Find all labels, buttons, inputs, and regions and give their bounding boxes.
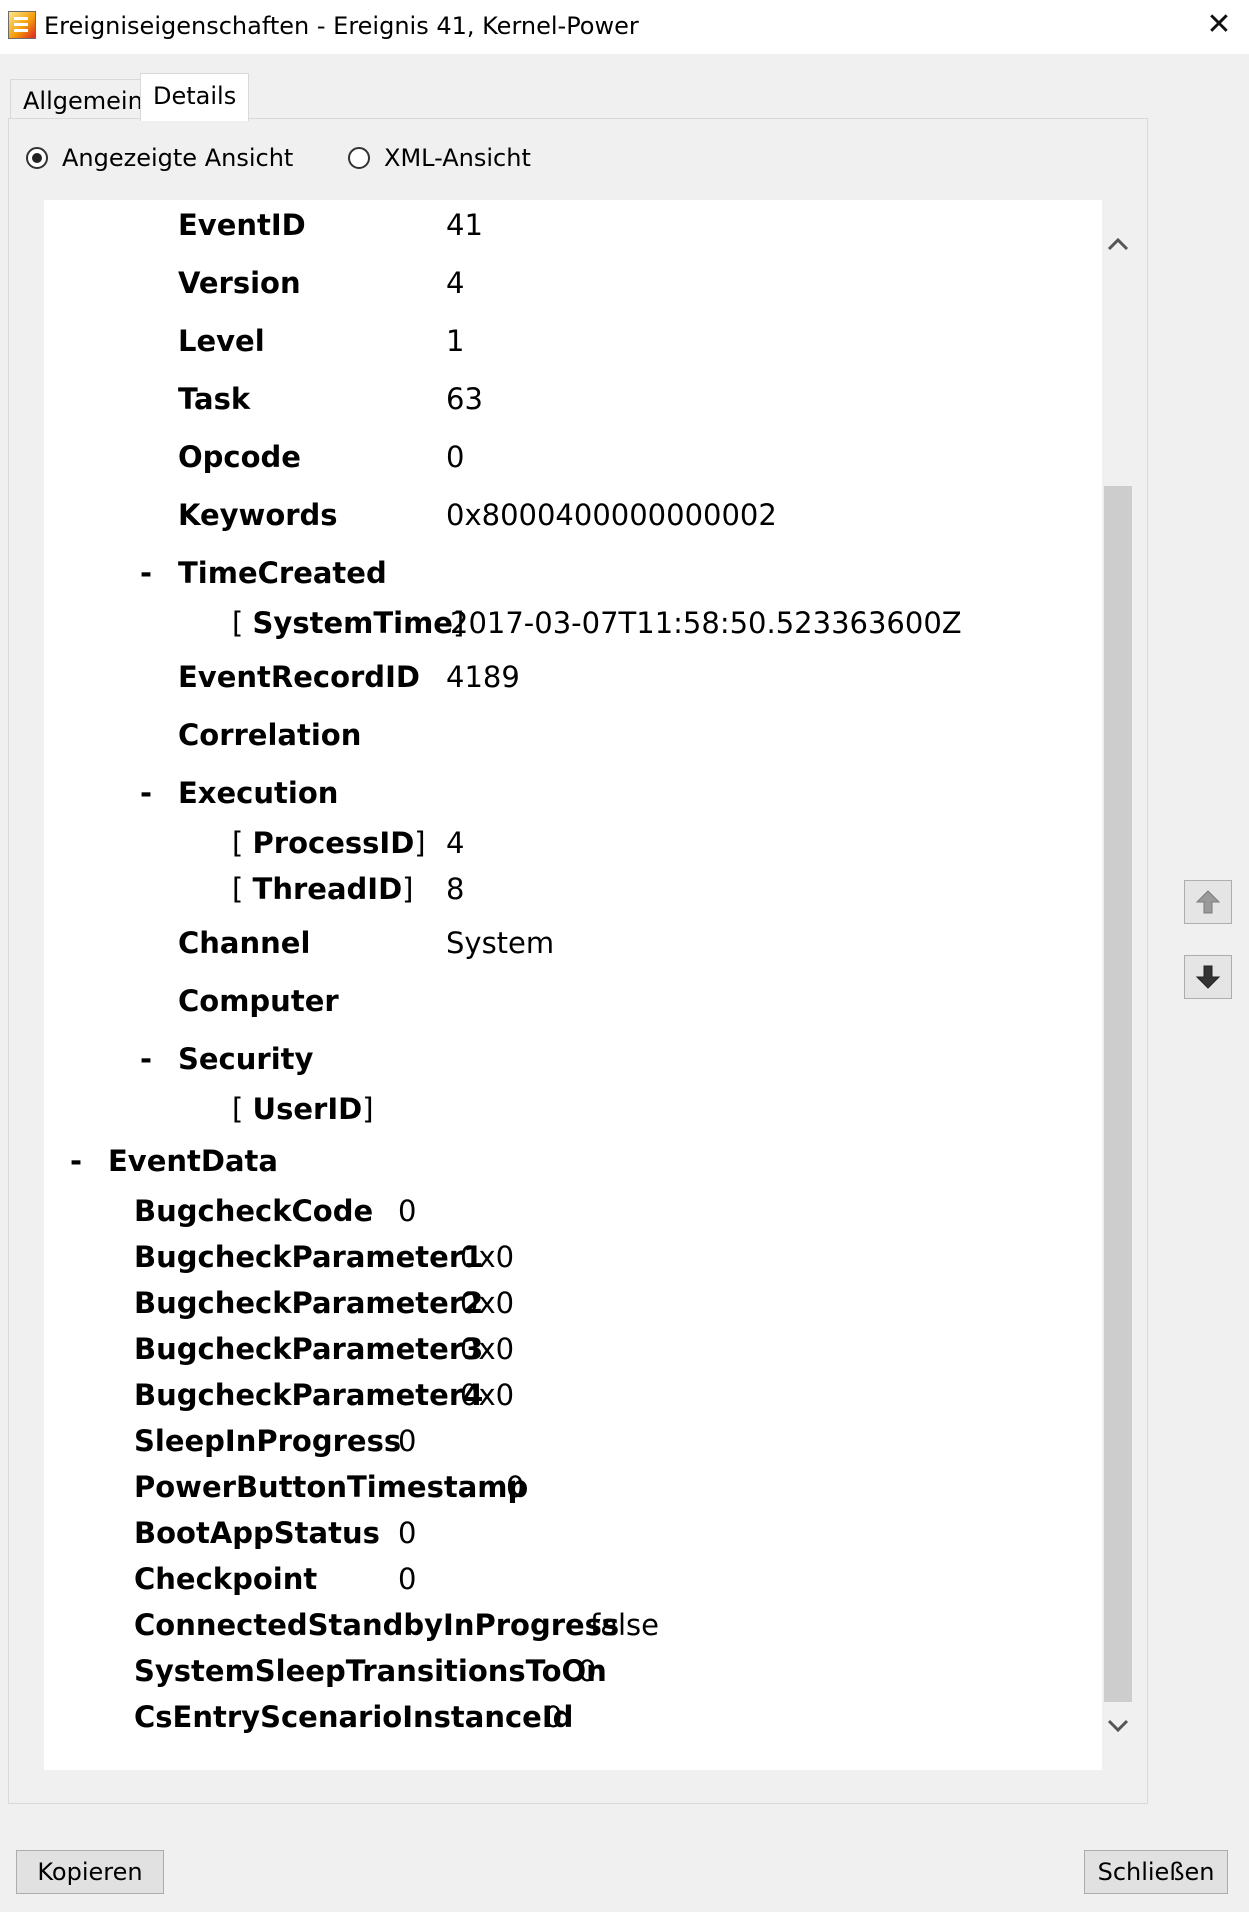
collapse-toggle[interactable]: - [140, 776, 152, 810]
field-value: 0x0 [460, 1240, 515, 1274]
field-value: System [446, 926, 555, 960]
field-key: EventRecordID [178, 660, 420, 694]
field-value: 0x0 [460, 1286, 515, 1320]
field-key: Channel [178, 926, 311, 960]
field-value: 0x0 [460, 1332, 515, 1366]
field-key: Opcode [178, 440, 301, 474]
field-key: SystemSleepTransitionsToOn [134, 1654, 607, 1688]
close-window-button[interactable]: ✕ [1189, 0, 1249, 48]
field-key: ConnectedStandbyInProgress [134, 1608, 620, 1642]
scroll-up-button[interactable] [1102, 224, 1134, 264]
field-value: 0x8000400000000002 [446, 498, 777, 532]
event-viewer-icon [8, 11, 36, 39]
next-event-button[interactable] [1184, 955, 1232, 999]
field-value: 41 [446, 208, 483, 242]
radio-displayed-view[interactable]: Angezeigte Ansicht [26, 142, 293, 174]
attribute-value: 8 [446, 872, 465, 906]
field-value: 1 [446, 324, 465, 358]
attribute-value: 4 [446, 826, 465, 860]
field-key: Computer [178, 984, 339, 1018]
radio-displayed-view-label: Angezeigte Ansicht [62, 144, 294, 172]
collapse-toggle[interactable]: - [140, 1042, 152, 1076]
tab-details[interactable]: Details [140, 73, 250, 121]
attribute-key: [ ThreadID] [232, 872, 414, 906]
title-bar: Ereigniseigenschaften - Ereignis 41, Ker… [0, 0, 1249, 54]
window-title: Ereigniseigenschaften - Ereignis 41, Ker… [44, 12, 639, 40]
field-key: PowerButtonTimestamp [134, 1470, 529, 1504]
vertical-scrollbar[interactable] [1102, 200, 1134, 1770]
field-key: BugcheckParameter4 [134, 1378, 484, 1412]
field-key: BugcheckParameter2 [134, 1286, 484, 1320]
field-value: 0 [578, 1654, 597, 1688]
field-key: Level [178, 324, 265, 358]
field-key: Checkpoint [134, 1562, 318, 1596]
copy-button[interactable]: Kopieren [16, 1850, 164, 1894]
field-key: Correlation [178, 718, 362, 752]
close-button[interactable]: Schließen [1084, 1850, 1228, 1894]
field-key: Keywords [178, 498, 338, 532]
field-key: CsEntryScenarioInstanceId [134, 1700, 574, 1734]
node-label: EventData [108, 1144, 278, 1178]
field-value: 0 [398, 1424, 417, 1458]
node-label: Execution [178, 776, 339, 810]
attribute-key: [ SystemTime] [232, 606, 465, 640]
field-value: 0 [446, 440, 465, 474]
field-key: BugcheckCode [134, 1194, 374, 1228]
event-details-view[interactable]: EventID 41 Version 4 Level 1 Task 63 Opc… [44, 200, 1102, 1770]
field-key: BugcheckParameter3 [134, 1332, 484, 1366]
scrollbar-thumb[interactable] [1104, 486, 1132, 1702]
field-value: 0 [398, 1562, 417, 1596]
node-label: Security [178, 1042, 314, 1076]
field-value: 0x0 [460, 1378, 515, 1412]
collapse-toggle[interactable]: - [70, 1144, 82, 1178]
field-key: SleepInProgress [134, 1424, 402, 1458]
arrow-down-icon [1195, 965, 1221, 989]
field-value: 0 [544, 1700, 563, 1734]
field-value: 0 [398, 1194, 417, 1228]
tab-allgemein[interactable]: Allgemein [10, 79, 156, 119]
attribute-name: ProcessID [252, 826, 415, 860]
attribute-value: 2017-03-07T11:58:50.523363600Z [450, 606, 962, 640]
field-key: Version [178, 266, 301, 300]
radio-unchecked-icon [348, 147, 370, 169]
chevron-up-icon [1107, 237, 1129, 251]
radio-checked-icon [26, 147, 48, 169]
chevron-down-icon [1107, 1719, 1129, 1733]
close-icon: ✕ [1206, 6, 1232, 42]
field-key: BugcheckParameter1 [134, 1240, 484, 1274]
previous-event-button[interactable] [1184, 880, 1232, 924]
collapse-toggle[interactable]: - [140, 556, 152, 590]
field-key: Task [178, 382, 251, 416]
radio-xml-view-label: XML-Ansicht [384, 144, 531, 172]
attribute-name: UserID [252, 1092, 363, 1126]
field-key: EventID [178, 208, 306, 242]
field-value: 4189 [446, 660, 520, 694]
field-key: BootAppStatus [134, 1516, 380, 1550]
radio-xml-view[interactable]: XML-Ansicht [348, 142, 531, 174]
field-value: 0 [506, 1470, 525, 1504]
attribute-name: SystemTime [252, 606, 453, 640]
attribute-key: [ UserID] [232, 1092, 374, 1126]
field-value: 4 [446, 266, 465, 300]
field-value: 0 [398, 1516, 417, 1550]
field-value: false [590, 1608, 659, 1642]
scroll-down-button[interactable] [1102, 1706, 1134, 1746]
field-value: 63 [446, 382, 483, 416]
attribute-name: ThreadID [252, 872, 403, 906]
node-label: TimeCreated [178, 556, 387, 590]
attribute-key: [ ProcessID] [232, 826, 426, 860]
arrow-up-icon [1195, 890, 1221, 914]
